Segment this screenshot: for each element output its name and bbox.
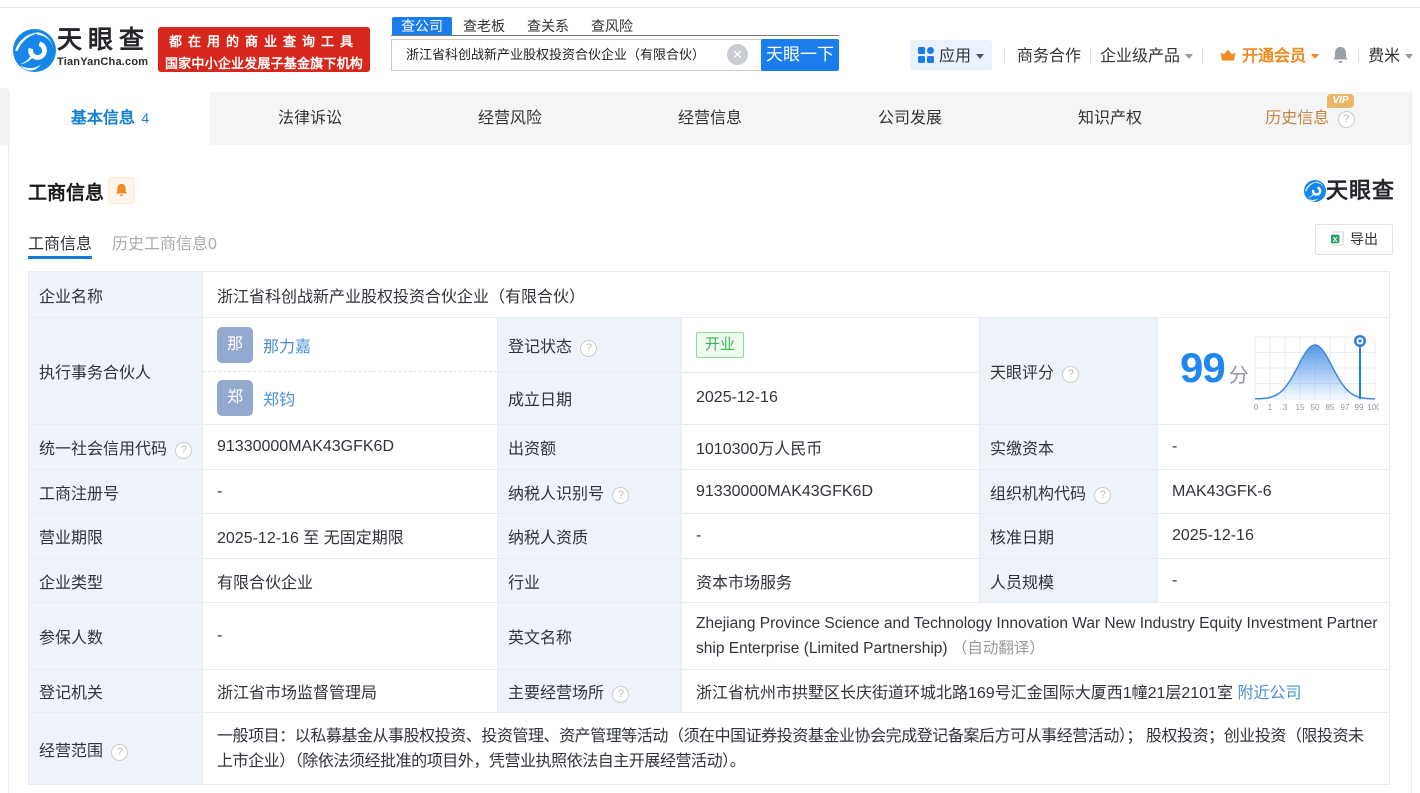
svg-text:100: 100 <box>1367 403 1379 412</box>
svg-text:0: 0 <box>1253 403 1258 412</box>
svg-text:X: X <box>1333 235 1338 244</box>
svg-text:97: 97 <box>1340 403 1349 412</box>
svg-text:99: 99 <box>1354 403 1363 412</box>
svg-text:3: 3 <box>1282 403 1287 412</box>
svg-text:85: 85 <box>1325 403 1334 412</box>
svg-text:1: 1 <box>1267 403 1272 412</box>
svg-text:50: 50 <box>1310 403 1319 412</box>
svg-text:15: 15 <box>1295 403 1304 412</box>
